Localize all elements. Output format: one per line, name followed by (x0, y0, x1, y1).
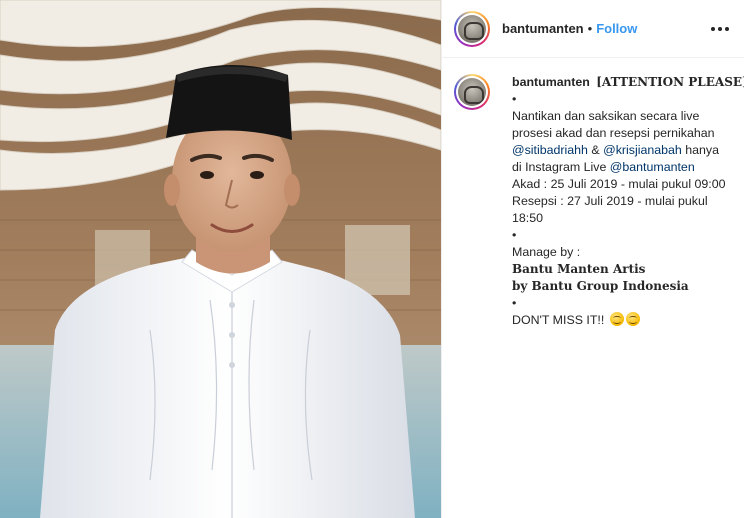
caption-mentions-line: @sitibadriahh & @krisjianabah hanya (512, 142, 744, 159)
caption-avatar[interactable] (454, 74, 490, 110)
caption-bullet: • (512, 92, 517, 106)
mention-link[interactable]: @krisjianabah (603, 143, 682, 157)
caption-text: bantumanten [ATTENTION PLEASE] • Nantika… (512, 74, 744, 329)
smiling-face-emoji-icon (625, 312, 640, 326)
more-options-dots-icon (711, 26, 729, 31)
manage-by-label: Manage by : (512, 245, 581, 259)
akad-schedule: Akad : 25 Juli 2019 - mulai pukul 09:00 (512, 177, 726, 191)
post-header: bantumanten • Follow (442, 0, 744, 58)
more-options-icon[interactable] (708, 17, 732, 41)
resepsi-schedule: Resepsi : 27 Juli 2019 - mulai pukul (512, 194, 708, 208)
caption-bullet: • (512, 228, 517, 242)
caption-username-link[interactable]: bantumanten (512, 75, 590, 89)
caption-profile-picture (458, 78, 486, 106)
organizer-name: Bantu Manten Artis (512, 262, 646, 276)
post-photo (0, 0, 441, 518)
separator-dot: • (587, 21, 593, 36)
post-caption: bantumanten [ATTENTION PLEASE] • Nantika… (442, 58, 744, 329)
mention-link[interactable]: @bantumanten (610, 160, 695, 174)
caption-text-fragment: hanya (681, 143, 720, 157)
post-media[interactable] (0, 0, 441, 518)
caption-line: Nantikan dan saksikan secara live (512, 109, 700, 123)
organizer-group: by Bantu Group Indonesia (512, 279, 689, 293)
caption-text-fragment: di Instagram Live (512, 160, 610, 174)
smiling-face-emoji-icon (609, 312, 624, 326)
post-side-panel: bantumanten • Follow bantumanten [ATTENT… (441, 0, 744, 518)
resepsi-time: 18:50 (512, 211, 544, 225)
header-username-link[interactable]: bantumanten (502, 21, 584, 36)
caption-line: prosesi akad dan resepsi pernikahan (512, 126, 715, 140)
caption-headline: [ATTENTION PLEASE] (596, 75, 744, 89)
caption-first-line: bantumanten [ATTENTION PLEASE] (512, 74, 744, 91)
profile-picture (458, 14, 486, 43)
header-username-row: bantumanten • Follow (502, 21, 708, 36)
avatar[interactable] (454, 10, 490, 47)
mention-link[interactable]: @sitibadriahh (512, 143, 588, 157)
caption-live-line: di Instagram Live @bantumanten (512, 159, 744, 176)
caption-bullet: • (512, 296, 517, 310)
dont-miss-line: DON'T MISS IT!! (512, 312, 744, 329)
ampersand-text: & (587, 143, 604, 157)
follow-button[interactable]: Follow (596, 21, 637, 36)
dont-miss-text: DON'T MISS IT!! (512, 313, 605, 327)
